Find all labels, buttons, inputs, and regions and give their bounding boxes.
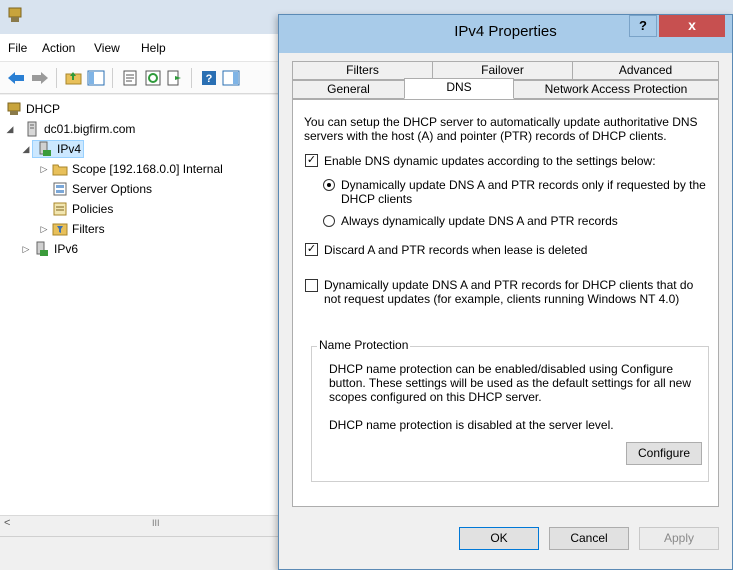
close-button[interactable]: x — [659, 15, 725, 37]
show-hide-action-pane-icon[interactable] — [221, 68, 241, 88]
collapse-arrow-icon[interactable]: ◢ — [4, 124, 16, 135]
tree-node-scope[interactable]: ▷ Scope [192.168.0.0] Internal — [38, 159, 223, 179]
enable-dns-updates-checkbox[interactable]: ✓ — [305, 154, 318, 167]
menu-action[interactable]: Action — [42, 41, 75, 55]
configure-button[interactable]: Configure — [626, 442, 702, 465]
help-button[interactable]: ? — [629, 15, 657, 37]
scroll-thumb[interactable]: III — [152, 518, 160, 528]
tree-horizontal-scrollbar[interactable]: < III — [0, 515, 286, 533]
tree-node-server-options[interactable]: Server Options — [50, 179, 152, 199]
properties-icon[interactable] — [120, 68, 140, 88]
tree-node-ipv4[interactable]: ◢ IPv4 — [20, 139, 85, 159]
dns-tab-panel: You can setup the DHCP server to automat… — [292, 99, 719, 507]
forward-arrow-icon[interactable] — [30, 68, 50, 88]
tree-node-policies[interactable]: Policies — [50, 199, 113, 219]
menu-help[interactable]: Help — [141, 41, 166, 55]
apply-button[interactable]: Apply — [639, 527, 719, 550]
ipv4-properties-dialog: IPv4 Properties ? x Filters Failover Adv… — [278, 14, 733, 570]
update-non-requesting-label[interactable]: Dynamically update DNS A and PTR records… — [324, 278, 710, 306]
server-icon — [24, 121, 40, 137]
tab-dns[interactable]: DNS — [404, 78, 514, 99]
expand-arrow-icon[interactable]: ▷ — [38, 164, 50, 175]
update-on-request-label[interactable]: Dynamically update DNS A and PTR records… — [341, 178, 711, 206]
expand-arrow-icon[interactable]: ▷ — [38, 224, 50, 235]
tab-advanced[interactable]: Advanced — [572, 61, 719, 80]
tree-label: Server Options — [72, 182, 153, 196]
expand-arrow-icon[interactable]: ▷ — [20, 244, 32, 255]
tree-label: DHCP — [26, 102, 61, 116]
export-list-icon[interactable] — [165, 68, 185, 88]
tree-label: IPv4 — [57, 142, 82, 156]
scroll-left-icon[interactable]: < — [4, 517, 10, 529]
tree-node-filters[interactable]: ▷ Filters — [38, 219, 105, 239]
menu-file[interactable]: File — [8, 41, 27, 55]
cancel-button[interactable]: Cancel — [549, 527, 629, 550]
folder-icon — [52, 161, 68, 177]
menu-view[interactable]: View — [94, 41, 120, 55]
update-non-requesting-checkbox[interactable] — [305, 279, 318, 292]
help-icon[interactable]: ? — [199, 68, 219, 88]
ipv4-icon — [37, 141, 53, 157]
update-on-request-radio[interactable] — [323, 179, 335, 191]
tree-label: IPv6 — [54, 242, 79, 256]
tree-node-server[interactable]: ◢ dc01.bigfirm.com — [4, 119, 135, 139]
refresh-icon[interactable] — [143, 68, 163, 88]
dialog-title-bar[interactable]: IPv4 Properties ? x — [279, 15, 732, 53]
name-protection-description: DHCP name protection can be enabled/disa… — [329, 362, 691, 404]
policies-icon — [52, 201, 68, 217]
svg-text:?: ? — [206, 73, 213, 85]
server-options-icon — [52, 181, 68, 197]
tree-label: dc01.bigfirm.com — [44, 122, 136, 136]
filter-icon — [52, 221, 68, 237]
discard-records-label[interactable]: Discard A and PTR records when lease is … — [324, 243, 714, 257]
always-update-radio[interactable] — [323, 215, 335, 227]
tree-label: Scope [192.168.0.0] Internal — [72, 162, 223, 176]
dns-intro-text: You can setup the DHCP server to automat… — [304, 115, 698, 143]
ok-button[interactable]: OK — [459, 527, 539, 550]
tree-node-ipv6[interactable]: ▷ IPv6 — [20, 239, 78, 259]
name-protection-status: DHCP name protection is disabled at the … — [329, 418, 614, 432]
dhcp-app-icon — [8, 7, 22, 22]
dhcp-root-icon — [6, 101, 22, 117]
enable-dns-updates-label[interactable]: Enable DNS dynamic updates according to … — [324, 154, 714, 168]
discard-records-checkbox[interactable]: ✓ — [305, 243, 318, 256]
always-update-label[interactable]: Always dynamically update DNS A and PTR … — [341, 214, 711, 228]
back-arrow-icon[interactable] — [6, 68, 26, 88]
show-hide-tree-icon[interactable] — [86, 68, 106, 88]
tree-label: Policies — [72, 202, 114, 216]
console-tree: DHCP ◢ dc01.bigfirm.com ◢ IPv4 ▷ Scope [… — [0, 95, 286, 515]
tree-node-dhcp[interactable]: DHCP — [4, 99, 60, 119]
name-protection-legend: Name Protection — [317, 338, 411, 352]
tab-network-access-protection[interactable]: Network Access Protection — [513, 80, 719, 99]
tab-general[interactable]: General — [292, 80, 405, 99]
tree-label: Filters — [72, 222, 105, 236]
collapse-arrow-icon[interactable]: ◢ — [20, 144, 32, 155]
ipv6-icon — [34, 241, 50, 257]
up-folder-icon[interactable] — [64, 68, 84, 88]
